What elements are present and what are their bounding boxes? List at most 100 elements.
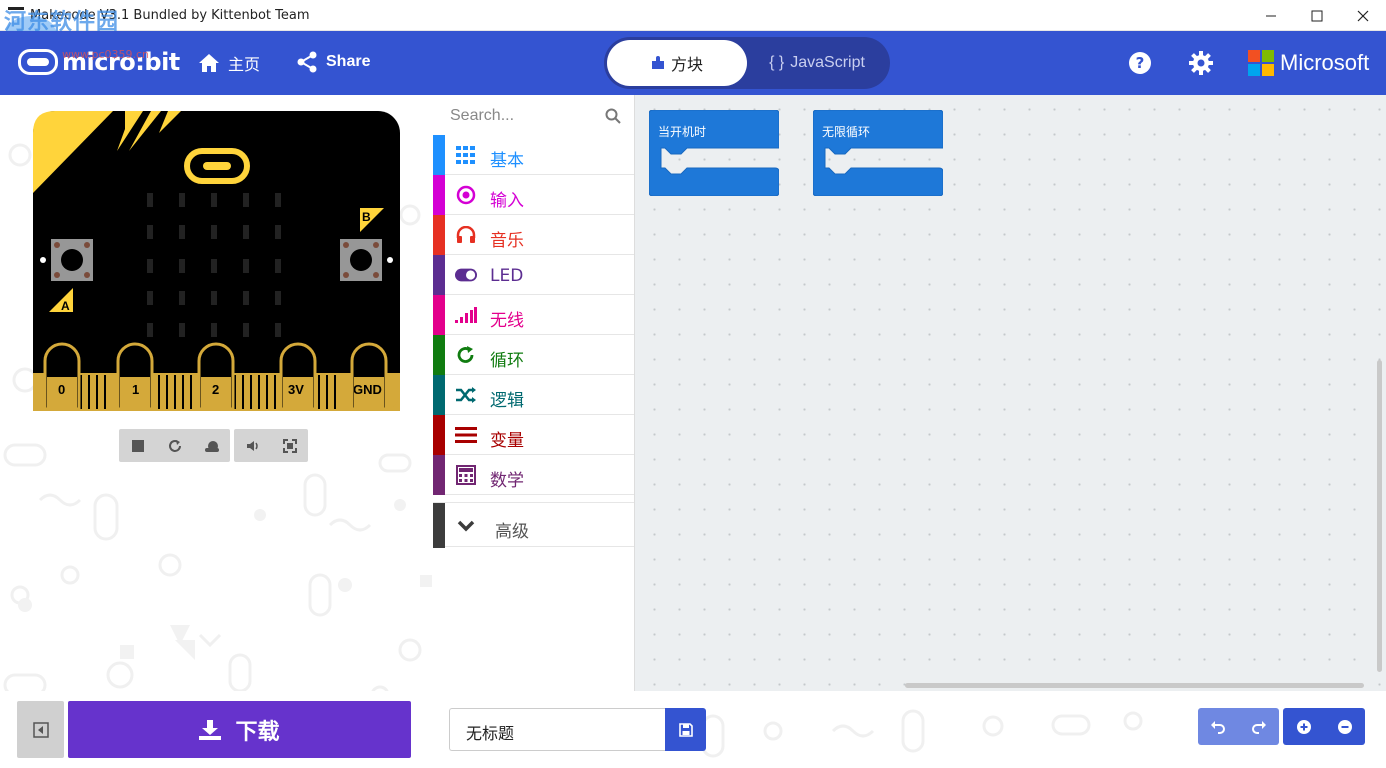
microsoft-logo[interactable]: Microsoft	[1248, 50, 1369, 76]
fullscreen-button[interactable]	[271, 429, 308, 462]
pin-3v-label: 3V	[288, 382, 304, 397]
microbit-board	[33, 111, 400, 411]
collapse-simulator-button[interactable]	[17, 701, 64, 758]
stop-icon	[131, 439, 144, 452]
close-button[interactable]	[1340, 0, 1386, 31]
tab-blocks-label: 方块	[670, 57, 703, 74]
stop-button[interactable]	[119, 429, 156, 462]
horizontal-scrollbar[interactable]	[905, 683, 1364, 688]
share-icon	[297, 51, 317, 73]
undo-icon	[1211, 720, 1226, 734]
undo-button[interactable]	[1198, 708, 1239, 745]
zoom-group	[1283, 708, 1365, 745]
vertical-scrollbar[interactable]	[1377, 360, 1382, 672]
bottom-toolbar: 下载 无标题	[0, 691, 1386, 768]
zoom-out-button[interactable]	[1324, 708, 1365, 745]
project-name-value: 无标题	[466, 724, 515, 743]
category-basic[interactable]: 基本	[433, 135, 634, 175]
chevron-down-icon	[455, 515, 477, 537]
microbit-logo-icon	[18, 49, 58, 75]
toggle-icon	[455, 264, 477, 286]
puzzle-icon	[651, 56, 664, 69]
minimize-button[interactable]	[1248, 0, 1294, 31]
block-label: 当开机时	[658, 125, 707, 139]
redo-button[interactable]	[1239, 708, 1280, 745]
pin-1-label: 1	[132, 382, 140, 397]
restart-button[interactable]	[156, 429, 193, 462]
calculator-icon	[455, 464, 477, 486]
gear-icon[interactable]	[1189, 51, 1213, 75]
snail-icon	[204, 440, 219, 452]
download-icon	[199, 719, 222, 740]
share-label: Share	[326, 53, 371, 70]
braces-icon: { }	[769, 54, 785, 71]
category-input[interactable]: 输入	[433, 175, 634, 215]
target-icon	[455, 184, 477, 206]
maximize-button[interactable]	[1294, 0, 1340, 31]
category-variables[interactable]: 变量	[433, 415, 634, 455]
blocks-workspace[interactable]: 当开机时 无限循环	[635, 95, 1386, 691]
category-led[interactable]: LED	[433, 255, 634, 295]
download-label: 下载	[235, 719, 280, 745]
category-label: 循环	[490, 351, 524, 371]
zoom-in-button[interactable]	[1283, 708, 1324, 745]
zoom-out-icon	[1337, 719, 1352, 734]
redo-icon	[1251, 720, 1266, 734]
category-label: 数学	[490, 471, 524, 491]
save-icon	[678, 722, 693, 737]
button-b-label: B	[362, 210, 371, 224]
watermark-url: www.pc0359.cn	[62, 48, 150, 61]
undo-redo-group	[1198, 708, 1279, 745]
category-music[interactable]: 音乐	[433, 215, 634, 255]
fullscreen-icon	[282, 438, 297, 453]
category-loops[interactable]: 循环	[433, 335, 634, 375]
category-logic[interactable]: 逻辑	[433, 375, 634, 415]
pin-0-label: 0	[58, 382, 66, 397]
sim-control-group	[119, 429, 230, 462]
slowmo-button[interactable]	[193, 429, 230, 462]
on-start-block[interactable]: 当开机时	[648, 109, 780, 197]
microsoft-logo-icon	[1248, 50, 1274, 76]
home-button[interactable]: 主页	[198, 51, 260, 75]
refresh-icon	[168, 439, 181, 452]
tab-blocks[interactable]: 方块	[607, 40, 747, 86]
save-button[interactable]	[665, 708, 706, 751]
collapse-icon	[32, 721, 49, 738]
list-icon	[455, 424, 477, 446]
button-b[interactable]	[340, 239, 382, 281]
category-label: 音乐	[490, 231, 524, 251]
category-label: 基本	[490, 151, 524, 171]
pin-2-label: 2	[212, 382, 220, 397]
signal-bars-icon	[455, 304, 477, 326]
svg-text:?: ?	[1136, 54, 1145, 72]
category-math[interactable]: 数学	[433, 455, 634, 495]
minimize-icon	[1266, 15, 1276, 16]
headphones-icon	[455, 224, 477, 246]
category-advanced[interactable]: 高级	[433, 502, 634, 548]
block-label: 无限循环	[822, 125, 871, 139]
close-icon	[1357, 10, 1369, 21]
download-button[interactable]: 下载	[68, 701, 411, 758]
project-name-input[interactable]: 无标题	[449, 708, 665, 751]
forever-block[interactable]: 无限循环	[812, 109, 944, 197]
category-label: LED	[490, 266, 524, 286]
tab-javascript[interactable]: { } JavaScript	[747, 40, 887, 86]
search-box[interactable]: Search...	[433, 95, 634, 135]
mute-button[interactable]	[234, 429, 271, 462]
refresh-icon	[455, 344, 477, 366]
help-icon[interactable]: ?	[1128, 51, 1152, 75]
simulator-controls	[119, 429, 308, 462]
tab-javascript-label: JavaScript	[790, 54, 865, 71]
search-input[interactable]: Search...	[450, 107, 514, 125]
category-label: 逻辑	[490, 391, 524, 411]
button-a[interactable]	[51, 239, 93, 281]
zoom-in-icon	[1296, 719, 1311, 734]
search-icon[interactable]	[605, 108, 621, 124]
pin-gnd-label: GND	[353, 382, 382, 397]
simulator-panel: B A 0 1 2 3V GND	[0, 95, 433, 768]
window-titlebar: Makecode V3.1 Bundled by Kittenbot Team …	[0, 0, 1386, 50]
category-radio[interactable]: 无线	[433, 295, 634, 335]
share-button[interactable]: Share	[296, 51, 370, 73]
category-label: 无线	[490, 311, 524, 331]
maximize-icon	[1311, 10, 1323, 21]
